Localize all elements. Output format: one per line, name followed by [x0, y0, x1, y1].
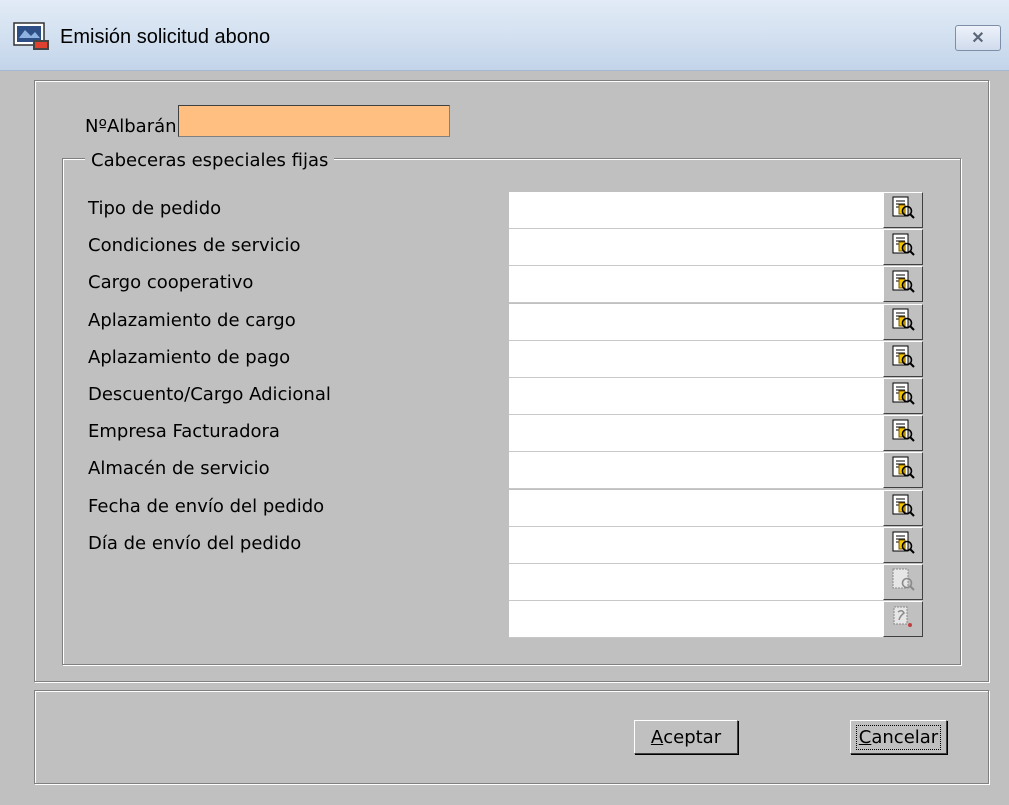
row-value-field[interactable] [509, 266, 883, 303]
row-label: Almacén de servicio [88, 458, 270, 479]
accept-button[interactable]: Aceptar [634, 720, 738, 754]
row-value-field[interactable] [509, 378, 883, 415]
row-value-field[interactable] [509, 527, 883, 564]
button-panel [34, 690, 989, 784]
lookup-button[interactable] [883, 266, 923, 302]
lookup-button[interactable] [883, 564, 923, 600]
lookup-icon [890, 418, 916, 449]
row-label: Fecha de envío del pedido [88, 496, 325, 517]
lookup-button[interactable] [883, 304, 923, 340]
lookup-button[interactable] [883, 490, 923, 526]
accept-label: ceptar [663, 726, 722, 748]
close-button[interactable]: ✕ [955, 25, 1001, 51]
lookup-button[interactable] [883, 341, 923, 377]
lookup-icon [890, 530, 916, 561]
cancel-mnemonic: C [858, 726, 872, 748]
lookup-button[interactable] [883, 415, 923, 451]
accept-mnemonic: A [650, 726, 664, 748]
row-label: Condiciones de servicio [88, 235, 301, 256]
row-value-field[interactable] [509, 341, 883, 378]
lookup-icon [890, 455, 916, 486]
lookup-icon [890, 493, 916, 524]
row-label: Aplazamiento de pago [88, 347, 291, 368]
row-value-field[interactable] [509, 452, 883, 489]
lookup-button[interactable] [883, 192, 923, 228]
albaran-label: NºAlbarán [85, 116, 177, 137]
lookup-button[interactable] [883, 452, 923, 488]
row-label: Tipo de pedido [88, 198, 222, 219]
lookup-icon [890, 381, 916, 412]
close-icon: ✕ [971, 30, 985, 47]
row-value-field[interactable] [509, 601, 883, 638]
lookup-button[interactable] [883, 601, 923, 637]
lookup-button[interactable] [883, 527, 923, 563]
title-bar: Emisión solicitud abono ✕ [0, 0, 1009, 71]
row-label: Empresa Facturadora [88, 421, 280, 442]
lookup-icon [890, 232, 916, 263]
row-label: Aplazamiento de cargo [88, 310, 296, 331]
albaran-input[interactable] [178, 105, 450, 137]
lookup-icon [890, 307, 916, 338]
row-value-field[interactable] [509, 229, 883, 266]
row-value-field[interactable] [509, 564, 883, 601]
pick-disabled-icon [890, 604, 916, 635]
row-label: Descuento/Cargo Adicional [88, 384, 331, 405]
lookup-icon [890, 269, 916, 300]
lookup-icon [890, 195, 916, 226]
app-icon [13, 22, 49, 50]
lookup-button[interactable] [883, 378, 923, 414]
row-value-field[interactable] [509, 192, 883, 229]
cancel-button[interactable]: Cancelar [850, 720, 947, 754]
lookup-icon [890, 344, 916, 375]
cancel-label: ancelar [871, 726, 939, 748]
row-label: Día de envío del pedido [88, 533, 302, 554]
row-value-field[interactable] [509, 490, 883, 527]
row-value-field[interactable] [509, 304, 883, 341]
row-value-field[interactable] [509, 415, 883, 452]
group-title: Cabeceras especiales fijas [85, 150, 335, 171]
cancel-focus-rect: Cancelar [855, 724, 942, 750]
window-title: Emisión solicitud abono [60, 26, 271, 48]
row-label: Cargo cooperativo [88, 272, 254, 293]
lookup-disabled-icon [890, 567, 916, 598]
lookup-button[interactable] [883, 229, 923, 265]
